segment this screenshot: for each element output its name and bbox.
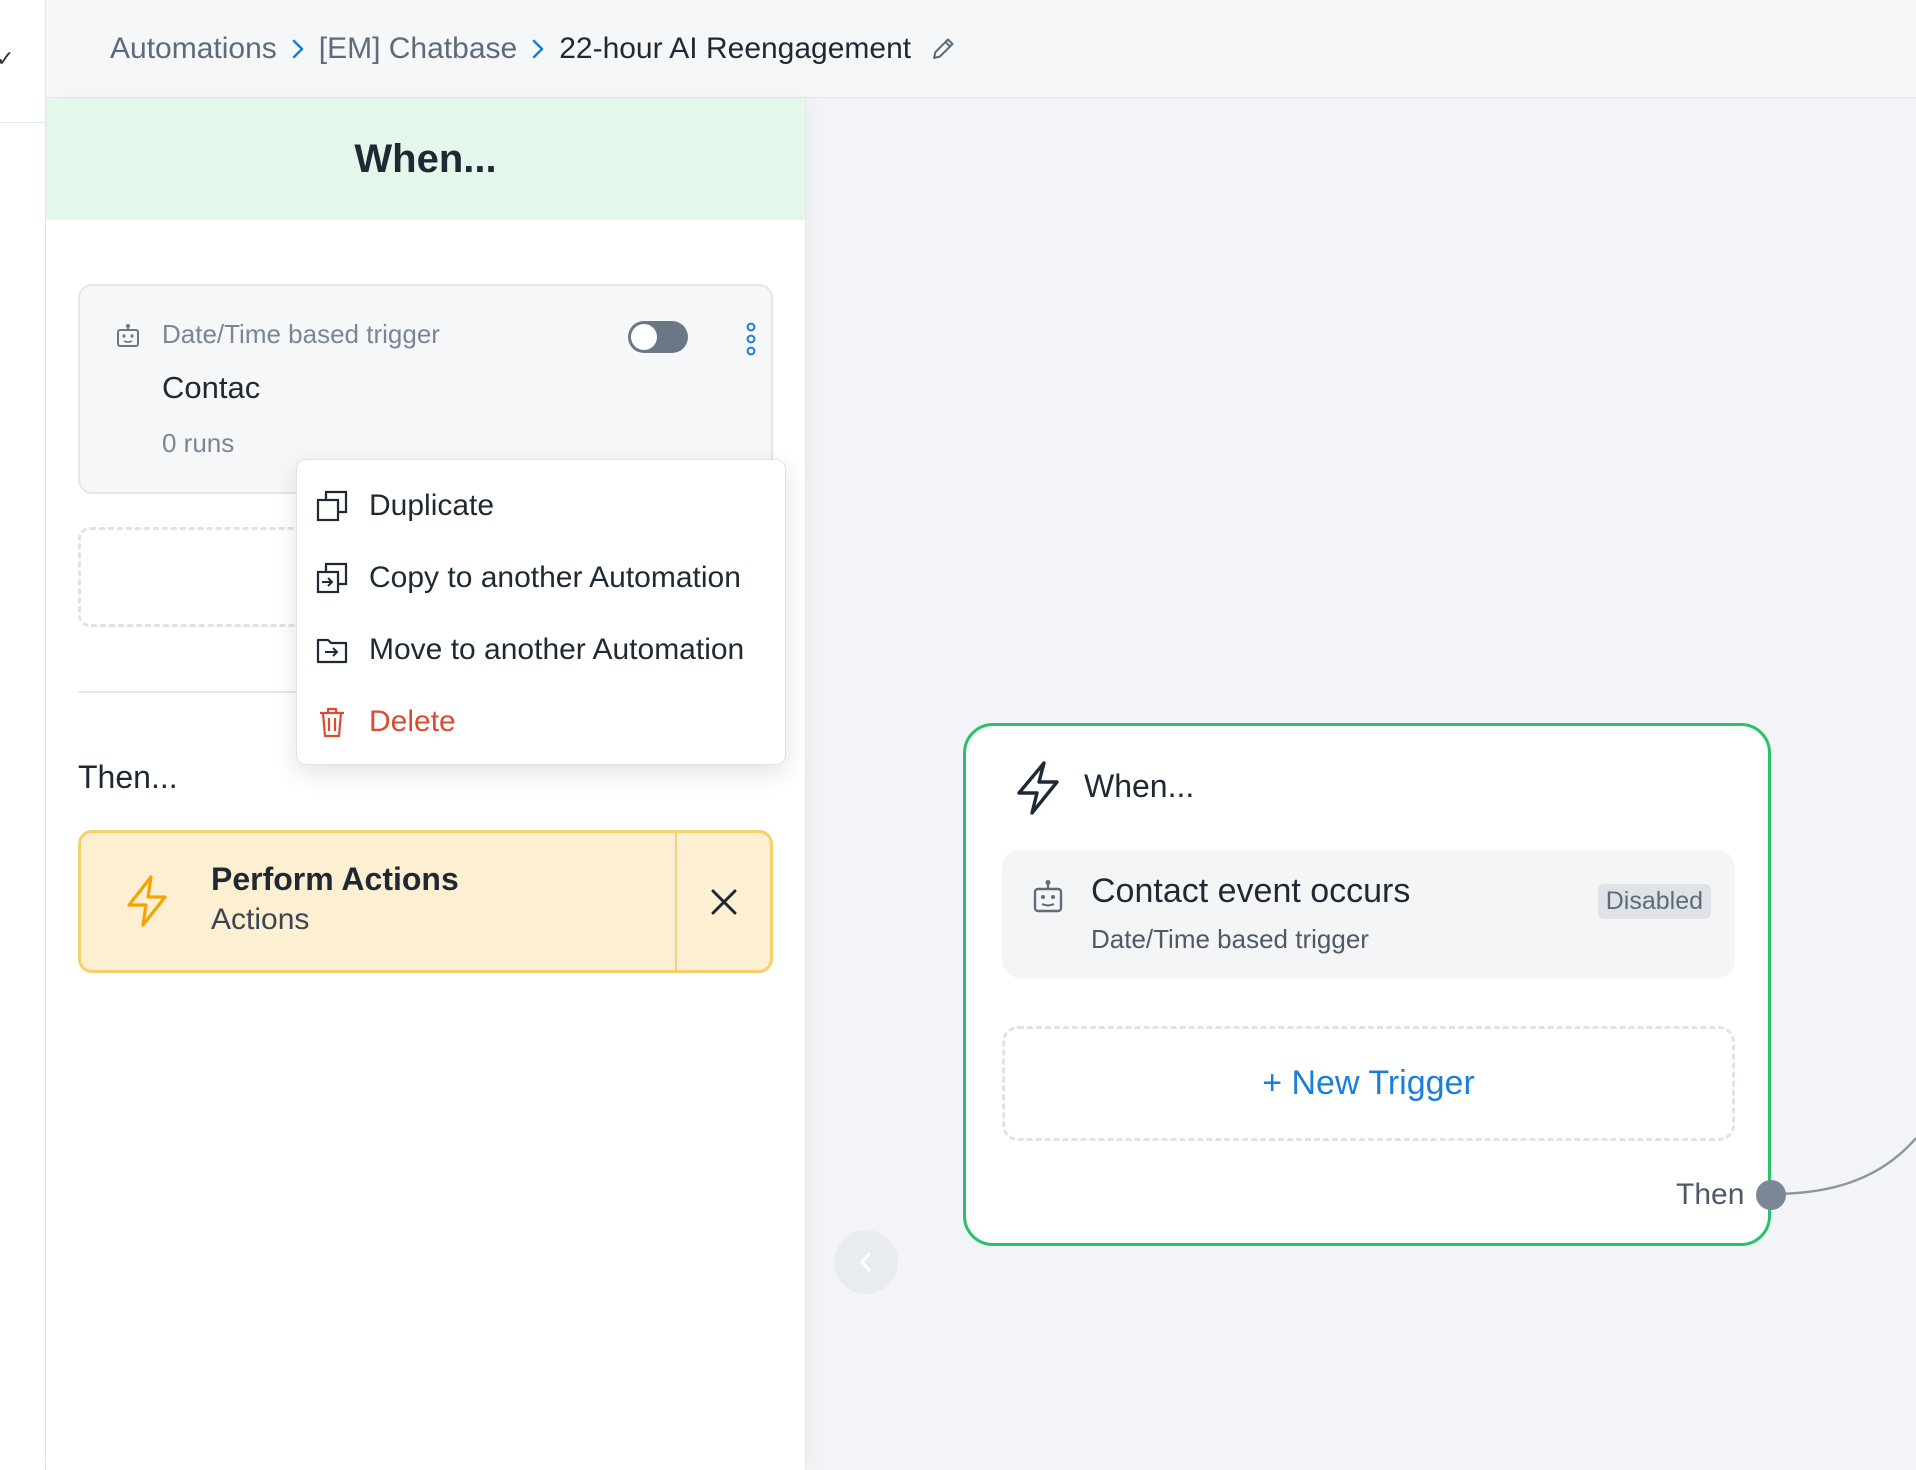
then-output-handle[interactable] xyxy=(1756,1180,1786,1210)
trigger-enabled-toggle[interactable] xyxy=(628,321,688,353)
robot-icon xyxy=(1030,878,1066,921)
breadcrumb-current: 22-hour AI Reengagement xyxy=(559,31,912,65)
breadcrumb-automations[interactable]: Automations xyxy=(110,32,277,66)
breadcrumb-chatbase[interactable]: [EM] Chatbase xyxy=(319,32,517,66)
action-title: Perform Actions xyxy=(211,861,459,897)
action-subtitle: Actions xyxy=(211,903,310,936)
new-trigger-button[interactable]: + New Trigger xyxy=(1002,1026,1735,1141)
move-folder-icon xyxy=(315,633,349,667)
trigger-options-menu: Duplicate Copy to another Automation Mov… xyxy=(296,459,786,765)
lightning-icon xyxy=(1010,760,1066,821)
trigger-runs: 0 runs xyxy=(162,428,235,458)
chevron-right-icon xyxy=(277,37,319,61)
trigger-panel: When... Date/Time based trigger Contac 0… xyxy=(46,99,806,1470)
menu-item-move-to[interactable]: Move to another Automation xyxy=(297,614,785,686)
trash-icon xyxy=(315,705,349,739)
node-trigger-item[interactable]: Contact event occurs Date/Time based tri… xyxy=(1002,850,1735,978)
panel-header: When... xyxy=(46,99,805,220)
then-output-label: Then xyxy=(1676,1178,1745,1211)
node-trigger-type: Date/Time based trigger xyxy=(1091,924,1369,954)
previous-panel-strip: ✓ xyxy=(0,0,46,1470)
robot-icon xyxy=(114,322,142,355)
perform-actions-card[interactable]: Perform Actions Actions xyxy=(78,830,773,973)
connector-line xyxy=(1771,1137,1916,1196)
menu-item-duplicate[interactable]: Duplicate xyxy=(297,470,785,542)
header-bar: Automations [EM] Chatbase 22-hour AI Ree… xyxy=(46,0,1916,98)
copy-to-icon xyxy=(315,561,349,595)
chevron-right-icon xyxy=(517,37,559,61)
toggle-knob xyxy=(631,324,657,350)
duplicate-icon xyxy=(315,489,349,523)
menu-item-copy-to[interactable]: Copy to another Automation xyxy=(297,542,785,614)
panel-title: When... xyxy=(354,137,497,181)
node-trigger-name: Contact event occurs xyxy=(1091,872,1411,910)
node-title: When... xyxy=(1084,768,1195,804)
menu-item-label: Move to another Automation xyxy=(369,633,745,666)
menu-item-label: Copy to another Automation xyxy=(369,561,741,594)
lightning-icon xyxy=(119,873,175,934)
trigger-name: Contac xyxy=(162,370,261,405)
menu-item-label: Duplicate xyxy=(369,489,495,522)
close-icon[interactable] xyxy=(677,833,770,970)
then-label: Then... xyxy=(78,759,178,795)
strip-divider xyxy=(0,122,46,123)
when-node[interactable]: When... Contact event occurs Date/Time b… xyxy=(963,723,1771,1246)
status-badge: Disabled xyxy=(1597,884,1711,919)
trigger-type-label: Date/Time based trigger xyxy=(162,319,440,349)
kebab-menu-icon[interactable] xyxy=(744,322,758,361)
pencil-icon[interactable] xyxy=(929,35,957,63)
check-icon: ✓ xyxy=(0,46,15,71)
collapse-panel-button[interactable] xyxy=(834,1230,898,1294)
menu-item-delete[interactable]: Delete xyxy=(297,686,785,758)
menu-item-label: Delete xyxy=(369,705,456,738)
